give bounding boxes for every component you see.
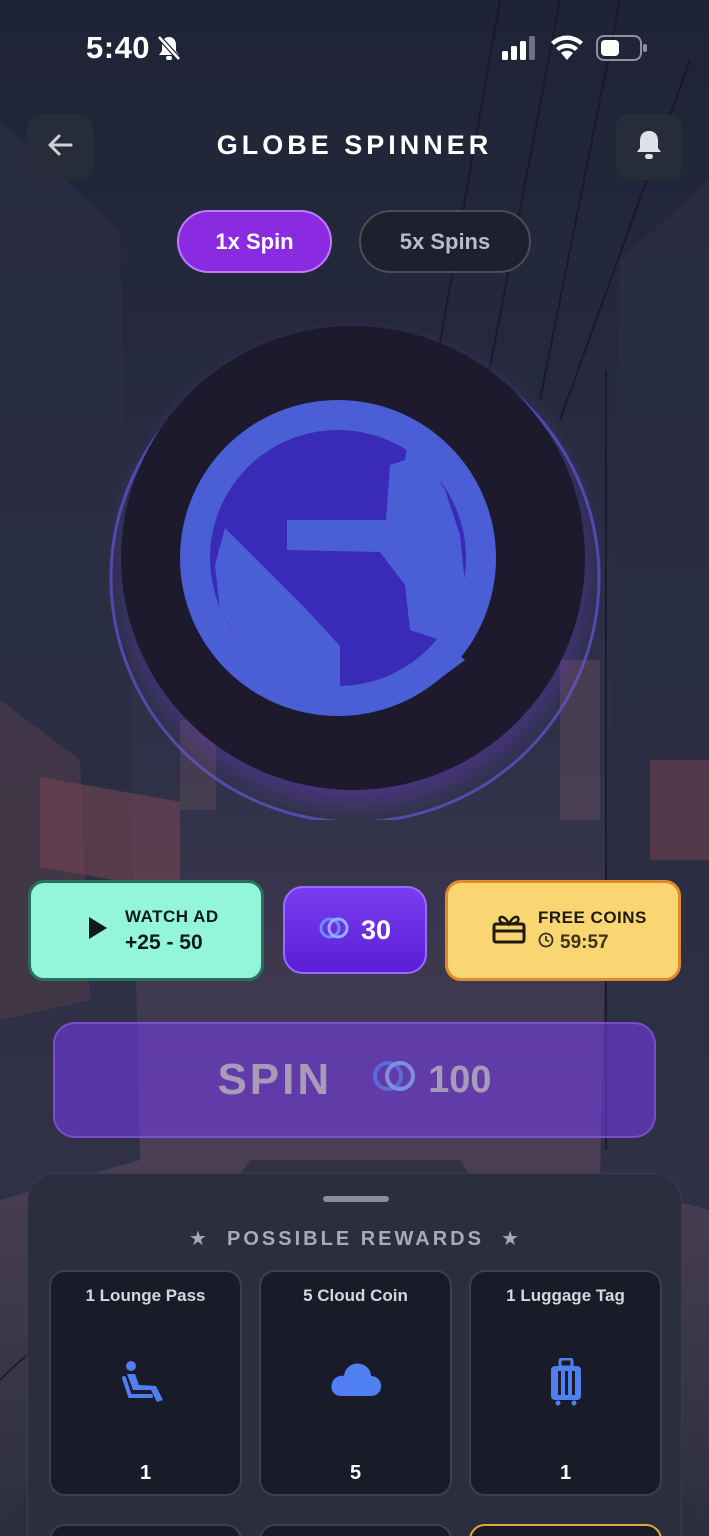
sheet-drag-handle[interactable] xyxy=(323,1196,389,1202)
cloud-icon xyxy=(261,1358,450,1398)
page-title: GLOBE SPINNER xyxy=(216,130,493,160)
status-bar: 5:40 xyxy=(0,0,709,96)
watch-ad-button[interactable]: WATCH AD +25 - 50 xyxy=(28,880,264,981)
star-icon: ★ xyxy=(501,1228,523,1250)
spin-button[interactable]: SPIN 100 xyxy=(53,1022,656,1138)
reward-qty: 1 xyxy=(559,1462,572,1484)
coin-balance-value: 30 xyxy=(360,914,392,945)
free-coins-timer: 59:57 xyxy=(560,931,609,953)
play-icon xyxy=(87,915,109,946)
reward-name: 1 Luggage Tag xyxy=(506,1286,625,1305)
globe-spinner-wheel[interactable] xyxy=(105,320,605,824)
bell-slash-icon xyxy=(156,34,182,67)
reward-name: 1 Lounge Pass xyxy=(85,1286,206,1305)
reward-card[interactable]: 5 Cloud Coin 5 xyxy=(259,1270,452,1496)
reward-qty: 5 xyxy=(349,1462,362,1484)
globe-icon xyxy=(180,400,496,716)
tab-5x-spins[interactable]: 5x Spins xyxy=(359,210,531,273)
reward-card[interactable] xyxy=(469,1524,662,1536)
coin-icon xyxy=(319,915,349,946)
free-coins-button[interactable]: FREE COINS 59:57 xyxy=(445,880,681,981)
tab-1x-spin[interactable]: 1x Spin xyxy=(177,210,332,273)
cellular-signal-icon xyxy=(502,36,538,65)
wifi-icon xyxy=(550,34,584,65)
spin-label: SPIN xyxy=(217,1055,333,1104)
notifications-button[interactable] xyxy=(616,114,682,180)
spin-cost-value: 100 xyxy=(428,1058,492,1101)
luggage-icon xyxy=(471,1358,660,1406)
star-icon: ★ xyxy=(188,1228,210,1250)
free-coins-label: FREE COINS xyxy=(538,907,647,927)
rewards-title: ★ POSSIBLE REWARDS ★ xyxy=(188,1228,523,1250)
reward-card[interactable] xyxy=(259,1524,452,1536)
coin-balance: 30 xyxy=(283,886,427,974)
airline-seat-icon xyxy=(51,1358,240,1406)
battery-icon xyxy=(596,35,648,66)
reward-card[interactable]: 1 Luggage Tag 1 xyxy=(469,1270,662,1496)
reward-card[interactable] xyxy=(49,1524,242,1536)
reward-card[interactable]: 1 Lounge Pass 1 xyxy=(49,1270,242,1496)
gift-icon xyxy=(492,912,526,949)
rewards-sheet: ★ POSSIBLE REWARDS ★ 1 Lounge Pass 1 5 C… xyxy=(27,1173,682,1536)
clock-icon xyxy=(538,932,554,954)
reward-qty: 1 xyxy=(139,1462,152,1484)
bell-icon xyxy=(634,129,664,166)
watch-ad-reward: +25 - 50 xyxy=(125,930,203,954)
status-time: 5:40 xyxy=(86,30,151,65)
coin-icon xyxy=(372,1059,416,1102)
watch-ad-label: WATCH AD xyxy=(125,906,219,926)
reward-name: 5 Cloud Coin xyxy=(303,1286,408,1305)
